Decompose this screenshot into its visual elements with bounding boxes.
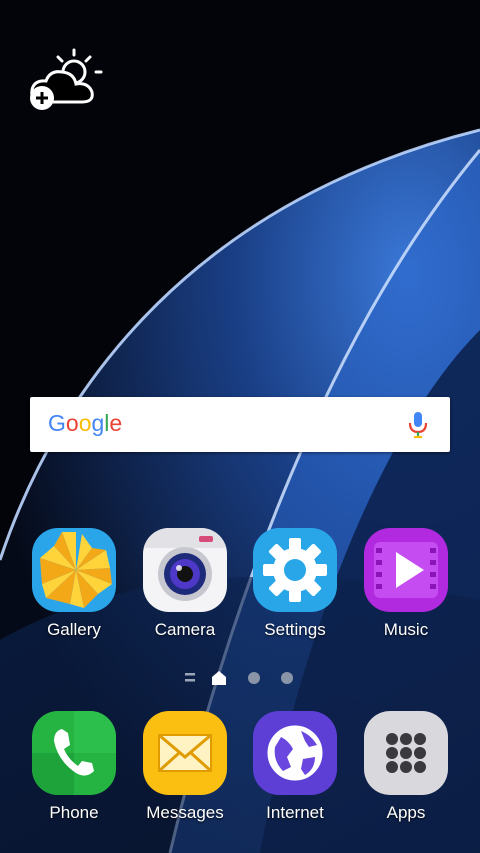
app-label: Settings <box>264 620 326 639</box>
home-page-dot-icon <box>212 671 226 685</box>
gear-icon <box>253 528 337 612</box>
app-camera[interactable]: Camera <box>130 528 240 640</box>
app-gallery[interactable]: Gallery <box>19 528 129 640</box>
page-dot <box>281 672 293 684</box>
dock-phone[interactable]: Phone <box>19 711 129 823</box>
play-icon <box>364 528 448 612</box>
app-label: Music <box>383 620 429 639</box>
dock-internet[interactable]: Internet <box>240 711 350 823</box>
app-settings[interactable]: Settings <box>240 528 350 640</box>
app-label: Phone <box>49 803 99 822</box>
globe-icon <box>253 711 337 795</box>
app-label: Messages <box>146 803 224 822</box>
envelope-icon <box>143 711 227 795</box>
google-logo: Google <box>48 410 123 436</box>
dock-messages[interactable]: Messages <box>130 711 240 823</box>
app-label: Internet <box>266 803 324 822</box>
app-label: Apps <box>386 803 426 822</box>
app-music[interactable]: Music <box>351 528 461 640</box>
phone-icon <box>32 711 116 795</box>
page-indicator <box>185 671 293 685</box>
gallery-icon <box>32 528 116 612</box>
app-label: Gallery <box>47 620 101 639</box>
weather-widget-icon[interactable] <box>26 46 106 112</box>
google-search-bar[interactable]: Google <box>30 397 450 452</box>
home-pages-icon <box>185 673 195 682</box>
page-dot <box>248 672 260 684</box>
app-label: Camera <box>154 620 216 639</box>
dock-apps[interactable]: Apps <box>351 711 461 823</box>
app-grid-icon <box>364 711 448 795</box>
mic-icon[interactable] <box>406 410 430 440</box>
camera-icon <box>143 528 227 612</box>
